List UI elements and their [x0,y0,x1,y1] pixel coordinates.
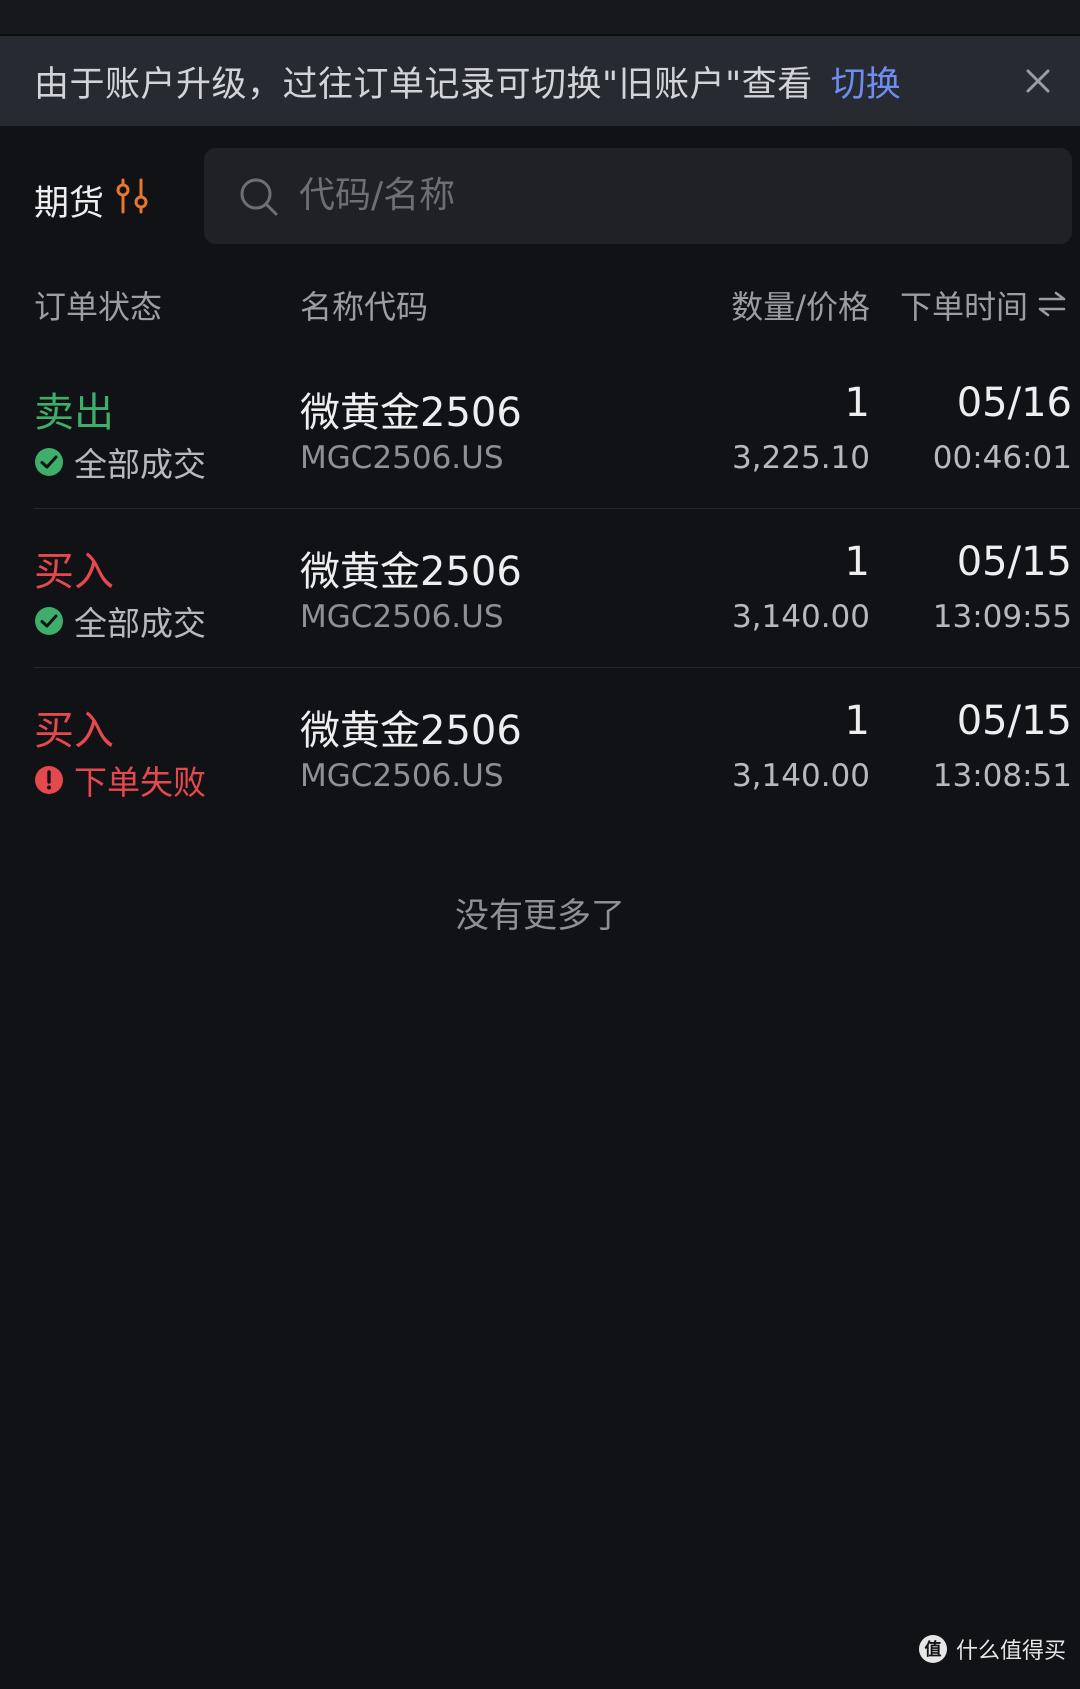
order-quantity: 1 [844,380,870,426]
header-qty-price: 数量/价格 [731,288,870,326]
order-date: 05/16 [956,380,1072,426]
order-date: 05/15 [956,698,1072,744]
watermark-text: 什么值得买 [955,1639,1066,1664]
search-box[interactable] [204,148,1072,244]
table-row[interactable]: 买入 全部成交 微黄金2506 MGC2506.US 1 3,140.00 05… [0,509,1080,668]
order-status: 全部成交 [34,438,206,486]
search-input[interactable] [299,162,999,228]
order-list: 卖出 全部成交 微黄金2506 MGC2506.US 1 3,225.10 05… [0,350,1080,827]
order-status-label: 全部成交 [74,445,206,484]
check-circle-icon [35,607,63,635]
order-price: 3,140.00 [731,599,870,635]
table-header: 订单状态 名称代码 数量/价格 下单时间 [0,270,1080,330]
filter-sliders-icon[interactable] [114,176,150,216]
order-quantity: 1 [844,539,870,585]
smzdm-logo-icon: 值 [918,1635,947,1663]
order-status-label: 全部成交 [74,604,206,643]
filter-row: 期货 [0,148,1080,246]
svg-text:值: 值 [924,1639,941,1660]
order-date: 05/15 [956,539,1072,585]
instrument-name: 微黄金2506 [300,390,522,436]
order-time: 13:09:55 [932,599,1072,635]
search-icon [240,178,278,216]
account-upgrade-banner: 由于账户升级，过往订单记录可切换"旧账户"查看 切换 [0,36,1080,126]
alert-circle-icon [35,766,63,794]
order-side: 买入 [34,708,114,754]
instrument-code: MGC2506.US [300,440,504,476]
table-row[interactable]: 买入 下单失败 微黄金2506 MGC2506.US 1 3,140.00 05… [0,668,1080,827]
header-name-code: 名称代码 [300,288,429,326]
swap-sort-icon[interactable] [1036,290,1068,318]
banner-message: 由于账户升级，过往订单记录可切换"旧账户"查看 [34,64,813,105]
header-order-status: 订单状态 [34,288,163,326]
table-row[interactable]: 卖出 全部成交 微黄金2506 MGC2506.US 1 3,225.10 05… [0,350,1080,509]
check-circle-icon [35,448,63,476]
order-price: 3,225.10 [731,440,870,476]
order-time: 00:46:01 [932,440,1072,476]
end-of-list-label: 没有更多了 [455,896,625,936]
close-icon[interactable] [1020,63,1056,99]
order-status-label: 下单失败 [74,763,206,802]
order-status: 全部成交 [34,597,206,645]
market-selector[interactable]: 期货 [34,175,104,226]
order-price: 3,140.00 [731,758,870,794]
status-bar-area [0,0,1080,36]
instrument-name: 微黄金2506 [300,549,522,595]
watermark: 值 什么值得买 [918,1633,1066,1665]
header-order-time[interactable]: 下单时间 [900,282,1028,328]
instrument-code: MGC2506.US [300,758,504,794]
order-quantity: 1 [844,698,870,744]
order-status: 下单失败 [34,756,206,804]
order-time: 13:08:51 [932,758,1072,794]
instrument-code: MGC2506.US [300,599,504,635]
order-side: 卖出 [34,390,114,436]
instrument-name: 微黄金2506 [300,708,522,754]
order-side: 买入 [34,549,114,595]
switch-account-link[interactable]: 切换 [831,56,901,107]
